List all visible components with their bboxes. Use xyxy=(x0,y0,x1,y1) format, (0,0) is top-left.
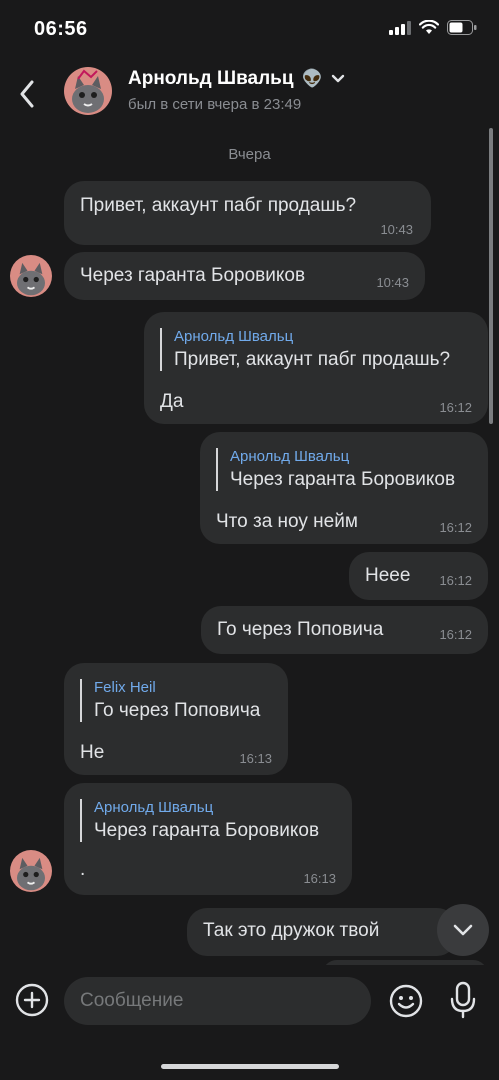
message-bubble[interactable]: Арнольд Швальц Через гаранта Боровиков Ч… xyxy=(200,432,488,544)
voice-message-button[interactable] xyxy=(448,981,478,1019)
message-bubble[interactable]: Го через Поповича 16:12 xyxy=(201,606,488,654)
reply-quote[interactable]: Арнольд Швальц Привет, аккаунт пабг прод… xyxy=(160,328,450,371)
last-seen: был в сети вчера в 23:49 xyxy=(128,96,302,113)
sticker-button[interactable] xyxy=(388,983,424,1019)
message-bubble[interactable]: Так это дружок твой xyxy=(187,908,457,956)
message-bubble[interactable]: Нeee 16:12 xyxy=(349,552,488,600)
message-text: Да xyxy=(160,391,184,412)
message-text: Го через Поповича xyxy=(217,619,384,640)
reply-author: Арнольд Швальц xyxy=(174,328,294,345)
reply-text: Через гаранта Боровиков xyxy=(94,820,320,841)
message-text: Что за ноу нейм xyxy=(216,511,358,532)
reply-text: Го через Поповича xyxy=(94,700,261,721)
message-bubble[interactable]: Арнольд Швальц Привет, аккаунт пабг прод… xyxy=(144,312,488,424)
reply-quote[interactable]: Арнольд Швальц Через гаранта Боровиков xyxy=(216,448,455,491)
message-bubble[interactable]: Felix Heil Го через Поповича Не 16:13 xyxy=(64,663,288,775)
message-text: . xyxy=(80,859,86,880)
status-icons xyxy=(389,20,477,35)
reply-author: Felix Heil xyxy=(94,679,156,696)
reply-author: Арнольд Швальц xyxy=(94,799,214,816)
message-input[interactable]: Сообщение xyxy=(64,977,371,1025)
message-time: 10:43 xyxy=(376,275,409,290)
message-text: Через гаранта Боровиков xyxy=(80,265,306,286)
contact-avatar[interactable] xyxy=(64,67,112,115)
cat-avatar-icon xyxy=(10,850,52,892)
chat-header: Арнольд Швальц 👽 был в сети вчера в 23:4… xyxy=(0,62,499,126)
reply-quote[interactable]: Арнольд Швальц Через гаранта Боровиков xyxy=(80,799,319,842)
message-time: 16:12 xyxy=(439,520,472,535)
back-button[interactable] xyxy=(10,72,44,116)
scrollbar[interactable] xyxy=(489,128,493,424)
chevron-down-icon xyxy=(331,74,344,83)
reply-author: Арнольд Швальц xyxy=(230,448,350,465)
reply-quote[interactable]: Felix Heil Го через Поповича xyxy=(80,679,260,722)
cat-avatar-icon xyxy=(10,255,52,297)
status-time: 06:56 xyxy=(34,18,88,40)
message-text: Не xyxy=(80,742,105,763)
cellular-signal-icon xyxy=(389,20,411,35)
message-time: 16:13 xyxy=(303,871,336,886)
attach-button[interactable] xyxy=(14,982,50,1018)
message-text: Нeee xyxy=(365,565,411,586)
message-time: 16:12 xyxy=(439,627,472,642)
microphone-icon xyxy=(450,981,476,1019)
cat-avatar-icon xyxy=(64,67,112,115)
message-text: Так это дружок твой xyxy=(203,920,380,941)
smile-icon xyxy=(389,984,423,1018)
battery-icon xyxy=(447,20,477,35)
contact-name-row[interactable]: Арнольд Швальц 👽 xyxy=(128,68,345,90)
message-bubble[interactable]: Арнольд Швальц Через гаранта Боровиков .… xyxy=(64,783,352,895)
message-bubble[interactable]: Через гаранта Боровиков 10:43 xyxy=(64,252,425,300)
message-composer: Сообщение xyxy=(0,965,499,1035)
message-text: Привет, аккаунт пабг продашь? xyxy=(80,195,357,216)
sender-avatar[interactable] xyxy=(10,255,52,297)
wifi-icon xyxy=(419,20,439,34)
chevron-left-icon xyxy=(20,80,34,108)
scroll-down-button[interactable] xyxy=(437,904,489,956)
contact-name: Арнольд Швальц xyxy=(128,68,294,89)
message-time: 16:13 xyxy=(239,751,272,766)
alien-emoji: 👽 xyxy=(301,69,323,88)
chevron-down-icon xyxy=(453,924,473,936)
sender-avatar[interactable] xyxy=(10,850,52,892)
date-divider: Вчера xyxy=(228,146,271,163)
message-time: 10:43 xyxy=(380,222,413,237)
reply-text: Привет, аккаунт пабг продашь? xyxy=(174,349,451,370)
home-indicator[interactable] xyxy=(161,1064,339,1069)
message-bubble[interactable]: Привет, аккаунт пабг продашь? 10:43 xyxy=(64,181,431,245)
status-bar: 06:56 xyxy=(0,0,499,60)
reply-text: Через гаранта Боровиков xyxy=(230,469,456,490)
message-time: 16:12 xyxy=(439,573,472,588)
plus-circle-icon xyxy=(15,983,49,1017)
message-time: 16:12 xyxy=(439,400,472,415)
